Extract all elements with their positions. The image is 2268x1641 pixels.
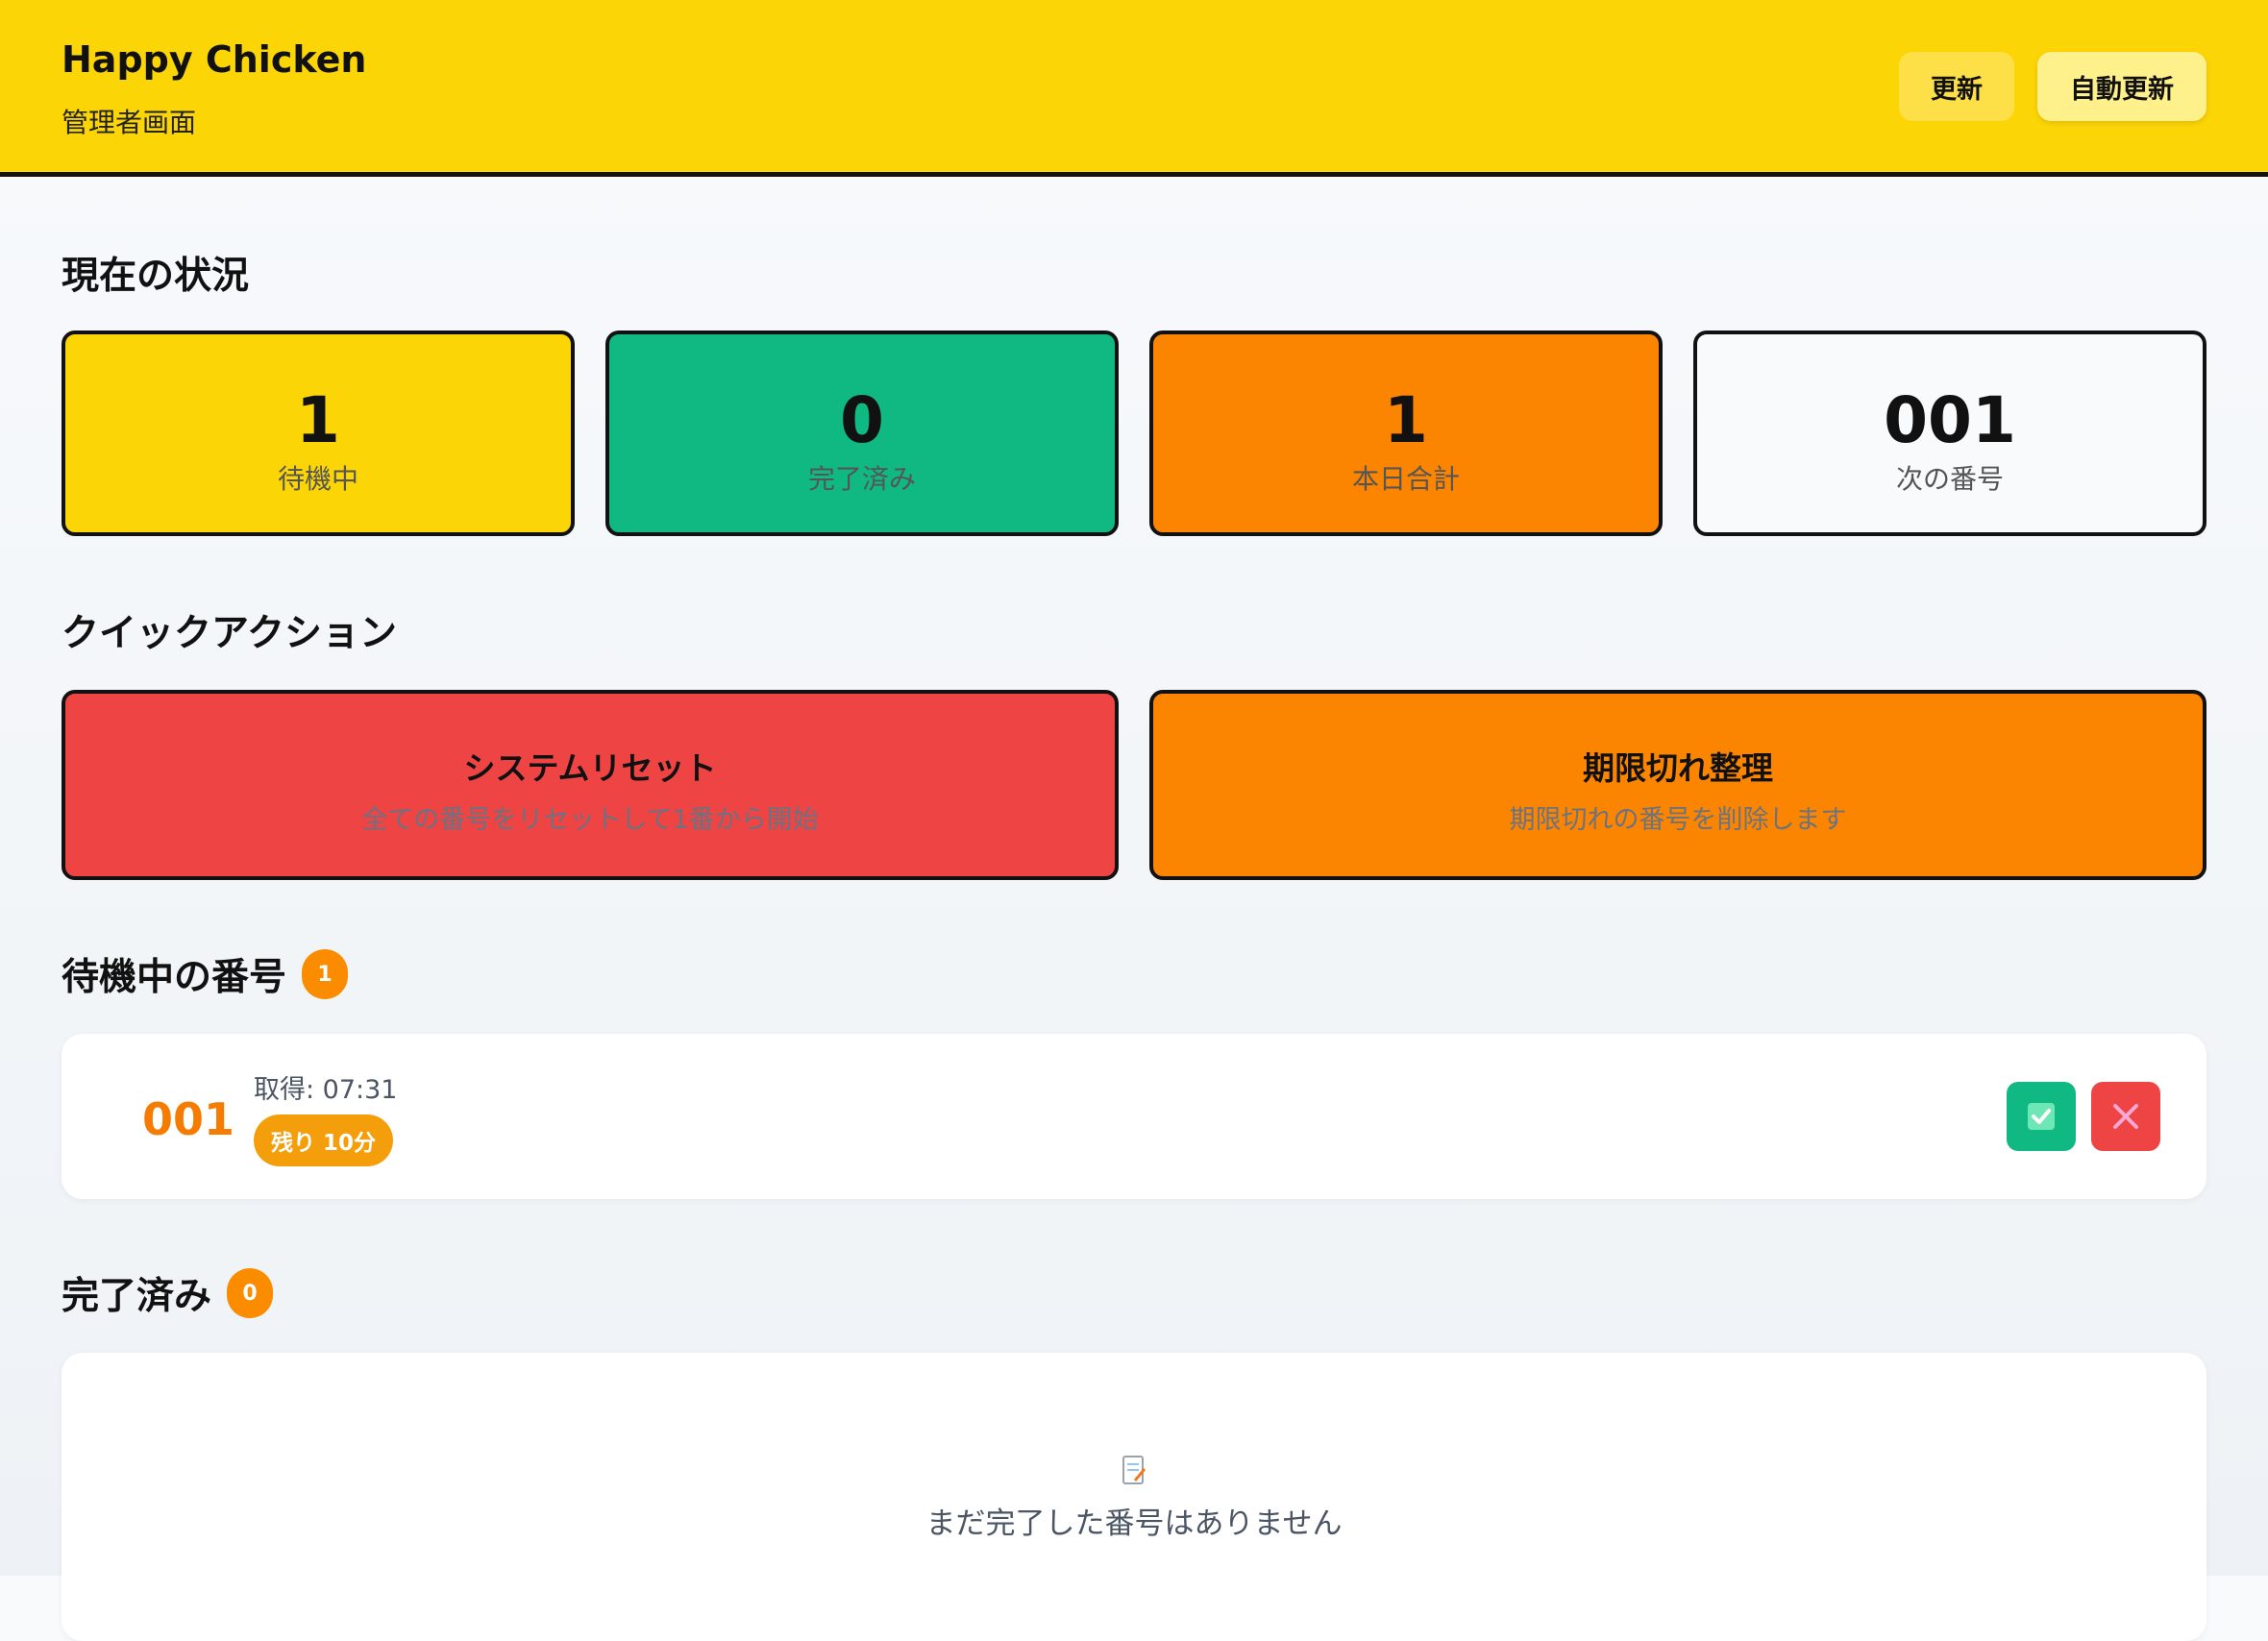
app-subtitle: 管理者画面: [62, 107, 197, 138]
memo-icon: [1122, 1456, 1146, 1484]
stat-label: 次の番号: [1895, 463, 2004, 495]
cancel-button[interactable]: [2091, 1082, 2160, 1151]
quick-actions-title: クイックアクション: [62, 612, 398, 655]
auto-refresh-button[interactable]: 自動更新: [2037, 52, 2206, 121]
completed-section-title: 完了済み 0: [62, 1266, 274, 1320]
stat-value: 0: [840, 383, 884, 457]
stat-card-total-today: 1 本日合計: [1149, 331, 1663, 536]
action-description: 全ての番号をリセットして1番から開始: [361, 804, 819, 835]
completed-count-badge: 0: [227, 1268, 274, 1318]
stat-label: 完了済み: [807, 463, 916, 495]
ticket-time: 取得: 07:31: [254, 1075, 398, 1105]
stat-card-completed: 0 完了済み: [605, 331, 1119, 536]
system-reset-button[interactable]: システムリセット 全ての番号をリセットして1番から開始: [62, 690, 1119, 880]
action-description: 期限切れの番号を削除します: [1509, 804, 1847, 835]
waiting-section-title: 待機中の番号 1: [62, 947, 349, 1001]
app-title: Happy Chicken: [62, 38, 367, 81]
stat-card-waiting: 1 待機中: [62, 331, 575, 536]
completed-title-text: 完了済み: [62, 1275, 212, 1318]
cleanup-expired-button[interactable]: 期限切れ整理 期限切れの番号を削除します: [1149, 690, 2206, 880]
completed-list-empty: まだ完了した番号はありません: [62, 1353, 2206, 1641]
waiting-count-badge: 1: [302, 949, 349, 999]
remaining-time-badge: 残り 10分: [254, 1114, 394, 1166]
close-icon: [2113, 1104, 2138, 1129]
empty-state-text: まだ完了した番号はありません: [925, 1506, 1343, 1541]
stat-value: 1: [1384, 383, 1428, 457]
action-title: 期限切れ整理: [1583, 748, 1773, 787]
stat-value: 001: [1884, 383, 2016, 457]
check-icon: [2028, 1103, 2055, 1130]
ticket-number: 001: [142, 1093, 235, 1145]
action-title: システムリセット: [463, 748, 717, 787]
status-section-title: 現在の状況: [62, 255, 250, 298]
stat-value: 1: [296, 383, 340, 457]
stat-label: 本日合計: [1351, 463, 1460, 495]
waiting-list-item: 001 取得: 07:31 残り 10分: [62, 1034, 2206, 1199]
complete-button[interactable]: [2007, 1082, 2076, 1151]
stat-label: 待機中: [277, 463, 358, 495]
waiting-title-text: 待機中の番号: [62, 956, 287, 999]
stat-card-next-number: 001 次の番号: [1693, 331, 2206, 536]
refresh-button[interactable]: 更新: [1899, 52, 2014, 121]
app-header: Happy Chicken 管理者画面 更新 自動更新: [0, 0, 2268, 177]
